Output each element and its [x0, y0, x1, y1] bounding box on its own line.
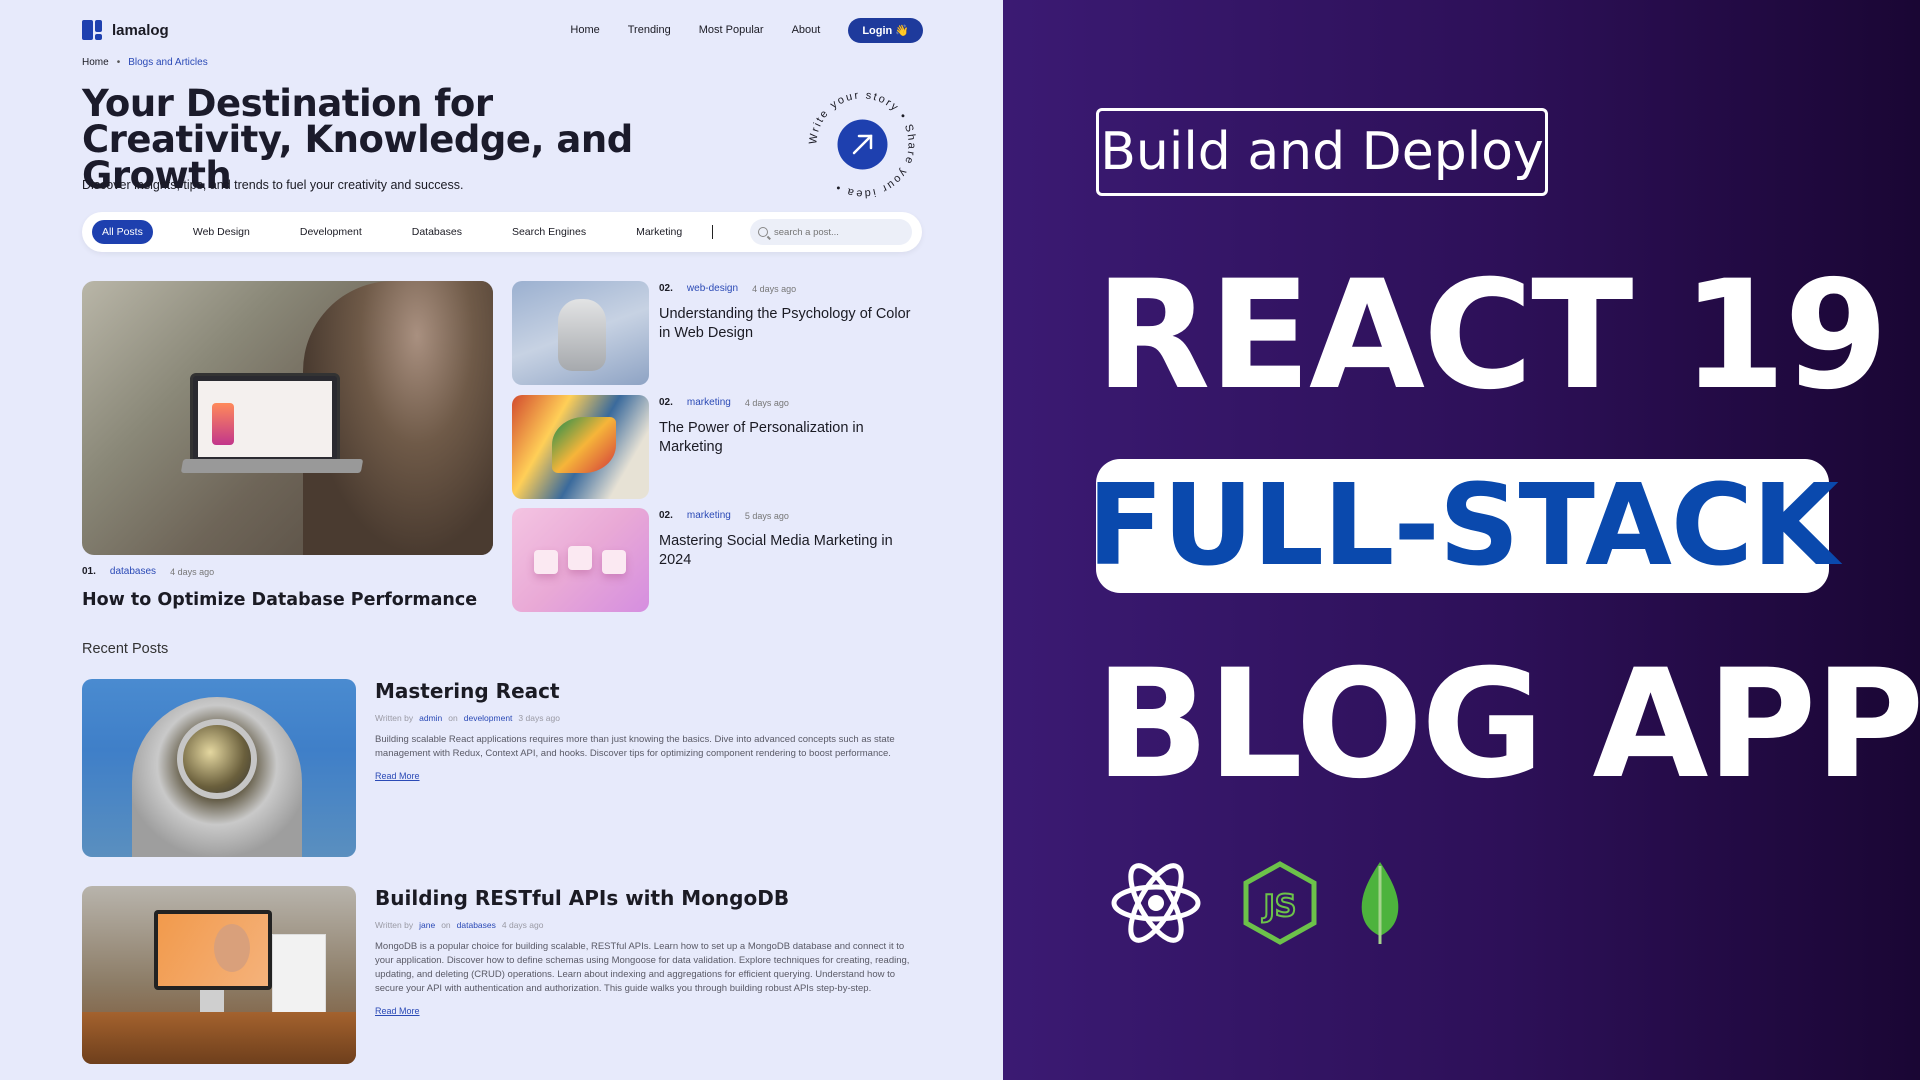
featured-main-image[interactable] [82, 281, 493, 555]
post-category[interactable]: marketing [687, 397, 731, 408]
featured-side-meta: 02. marketing 5 days ago [659, 510, 789, 521]
post-time: 3 days ago [518, 713, 560, 723]
filter-divider [712, 225, 714, 239]
recent-posts-heading: Recent Posts [82, 641, 169, 657]
post-category[interactable]: web-design [687, 283, 738, 294]
blog-screenshot-panel: lamalog Home Trending Most Popular About… [0, 0, 1003, 1080]
post-category[interactable]: databases [110, 566, 156, 577]
mongodb-icon [1361, 862, 1399, 944]
featured-side-title[interactable]: Mastering Social Media Marketing in 2024 [659, 532, 919, 570]
hero-subtitle: Discover insights, tips, and trends to f… [82, 178, 464, 192]
featured-main-meta: 01. databases 4 days ago [82, 566, 214, 577]
recent-post: Building RESTful APIs with MongoDB Writt… [82, 886, 922, 1064]
post-image[interactable] [82, 679, 356, 857]
post-byline: Written by jane on databases 4 days ago [375, 920, 544, 930]
breadcrumb: Home • Blogs and Articles [82, 57, 208, 68]
featured-main-title[interactable]: How to Optimize Database Performance [82, 590, 477, 610]
featured-side-meta: 02. marketing 4 days ago [659, 397, 789, 408]
post-time: 4 days ago [501, 920, 544, 930]
post-title[interactable]: Building RESTful APIs with MongoDB [375, 886, 922, 910]
write-story-badge[interactable]: Write your story • Share your idea • [800, 82, 925, 207]
filter-search-engines[interactable]: Search Engines [502, 220, 596, 244]
full-stack-box: FULL-STACK [1087, 459, 1839, 593]
post-number: 02. [659, 510, 673, 521]
logo[interactable]: lamalog [82, 20, 169, 40]
post-author[interactable]: jane [419, 920, 435, 930]
search-input[interactable] [774, 226, 894, 238]
post-author[interactable]: admin [419, 713, 442, 723]
logo-icon [82, 20, 102, 40]
post-number: 02. [659, 283, 673, 294]
post-description: Building scalable React applications req… [375, 734, 895, 759]
featured-side-image[interactable] [512, 281, 649, 385]
nav-link-about[interactable]: About [792, 24, 821, 36]
filter-development[interactable]: Development [290, 220, 372, 244]
post-number: 02. [659, 397, 673, 408]
featured-side-item: 02. marketing 5 days ago Mastering Socia… [512, 508, 922, 612]
react-icon [1111, 863, 1201, 943]
post-category[interactable]: marketing [687, 510, 731, 521]
svg-text:JS: JS [1262, 889, 1297, 924]
nav-link-most-popular[interactable]: Most Popular [699, 24, 764, 36]
post-title[interactable]: Mastering React [375, 679, 922, 703]
breadcrumb-home[interactable]: Home [82, 57, 109, 68]
blog-app-heading: BLOG APP [1095, 638, 1920, 812]
filter-web-design[interactable]: Web Design [183, 220, 260, 244]
recent-post: Mastering React Written by admin on deve… [82, 679, 922, 857]
featured-side-image[interactable] [512, 395, 649, 499]
search-box[interactable] [750, 219, 912, 245]
featured-side-title[interactable]: The Power of Personalization in Marketin… [659, 419, 919, 457]
react-19-heading: REACT 19 [1095, 249, 1888, 423]
logo-text: lamalog [112, 21, 169, 39]
breadcrumb-current: Blogs and Articles [128, 57, 208, 68]
filter-marketing[interactable]: Marketing [626, 220, 692, 244]
post-number: 01. [82, 566, 96, 577]
post-time: 4 days ago [744, 397, 789, 408]
category-filter-bar: All Posts Web Design Development Databas… [82, 212, 922, 252]
post-time: 4 days ago [170, 566, 215, 577]
top-navbar: lamalog Home Trending Most Popular About… [82, 12, 923, 48]
nav-link-home[interactable]: Home [570, 24, 599, 36]
featured-side-meta: 02. web-design 4 days ago [659, 283, 796, 294]
search-icon [758, 227, 768, 237]
breadcrumb-separator: • [116, 57, 121, 68]
full-stack-heading: FULL-STACK [1087, 461, 1839, 591]
read-more-link[interactable]: Read More [375, 1006, 420, 1016]
featured-side-item: 02. web-design 4 days ago Understanding … [512, 281, 922, 385]
post-description: MongoDB is a popular choice for building… [375, 941, 910, 994]
nodejs-icon: JS [1243, 861, 1317, 945]
featured-side-title[interactable]: Understanding the Psychology of Color in… [659, 305, 919, 343]
nav-links: Home Trending Most Popular About Login 👋 [570, 17, 923, 43]
nav-link-trending[interactable]: Trending [628, 24, 671, 36]
featured-side-item: 02. marketing 4 days ago The Power of Pe… [512, 395, 922, 499]
post-image[interactable] [82, 886, 356, 1064]
filter-all-posts[interactable]: All Posts [92, 220, 153, 244]
build-deploy-label: Build and Deploy [1096, 108, 1548, 196]
filter-databases[interactable]: Databases [402, 220, 472, 244]
featured-side-image[interactable] [512, 508, 649, 612]
post-time: 5 days ago [744, 510, 789, 521]
post-category[interactable]: development [464, 713, 513, 723]
read-more-link[interactable]: Read More [375, 771, 420, 781]
post-category[interactable]: databases [457, 920, 496, 930]
post-byline: Written by admin on development 3 days a… [375, 713, 560, 723]
tech-icons: JS [1110, 860, 1402, 946]
promo-panel: Build and Deploy REACT 19 FULL-STACK BLO… [1003, 0, 1920, 1080]
post-time: 4 days ago [752, 283, 797, 294]
login-button[interactable]: Login 👋 [848, 17, 923, 43]
